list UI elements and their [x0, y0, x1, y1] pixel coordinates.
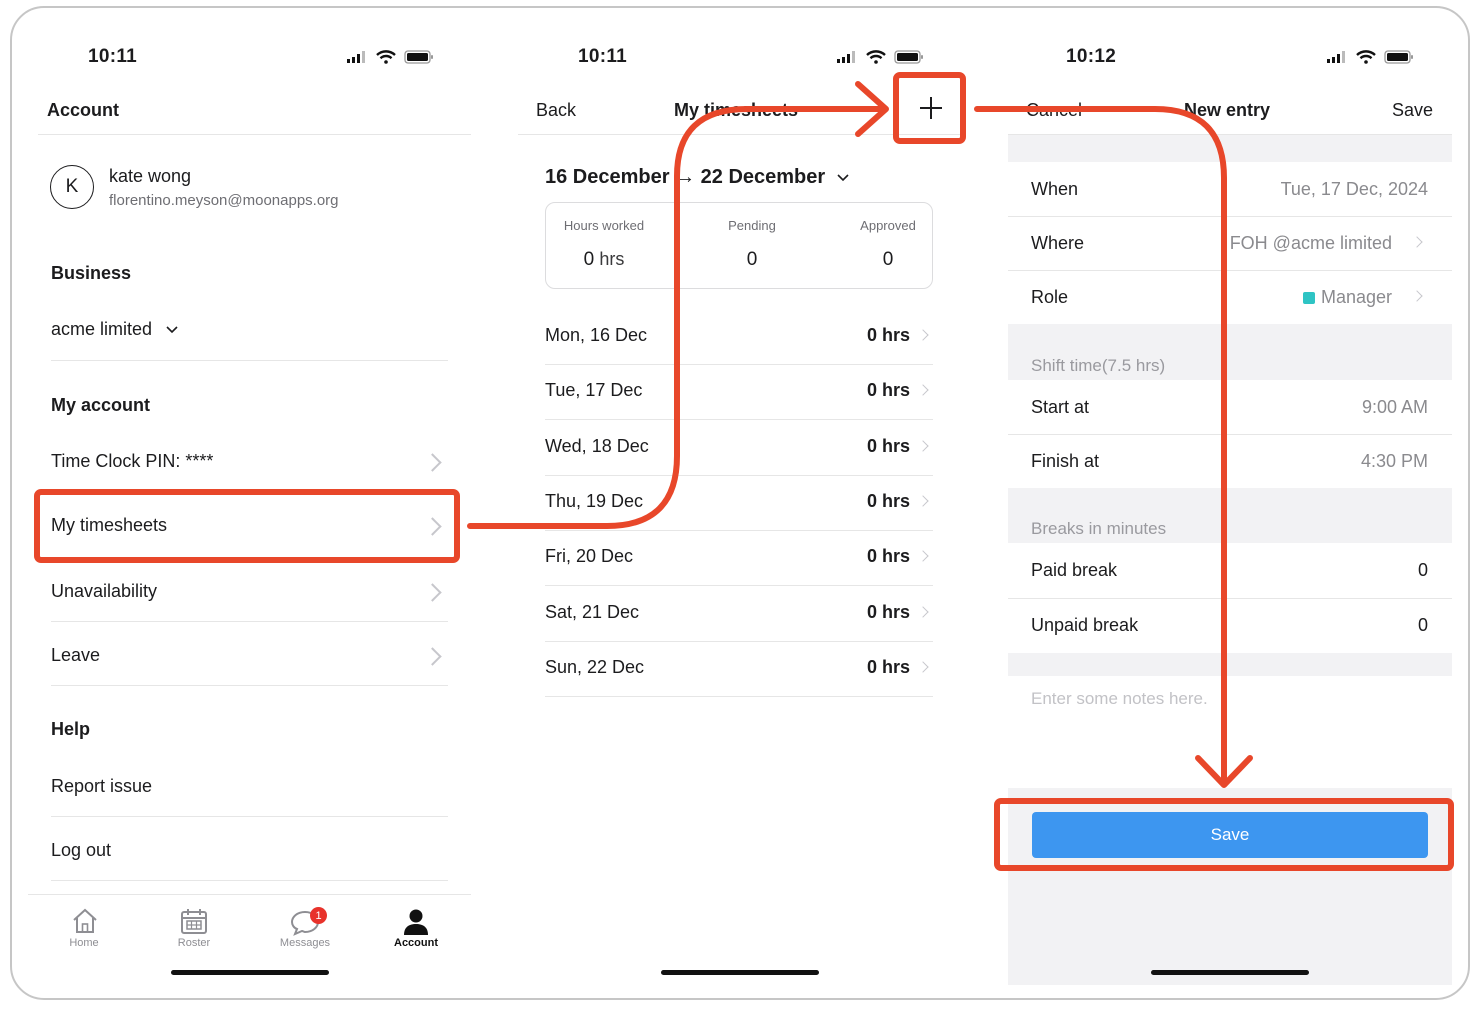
highlight-my-timesheets [34, 489, 460, 563]
arrow-path-to-save [974, 106, 1227, 783]
screenshot-frame: 10:11 Account K kate wong florentino.mey… [10, 6, 1470, 1000]
highlight-add-button [893, 72, 966, 144]
arrow-path-to-add [467, 106, 885, 529]
highlight-save-button [994, 798, 1454, 871]
annotation-overlay [34, 72, 1454, 871]
